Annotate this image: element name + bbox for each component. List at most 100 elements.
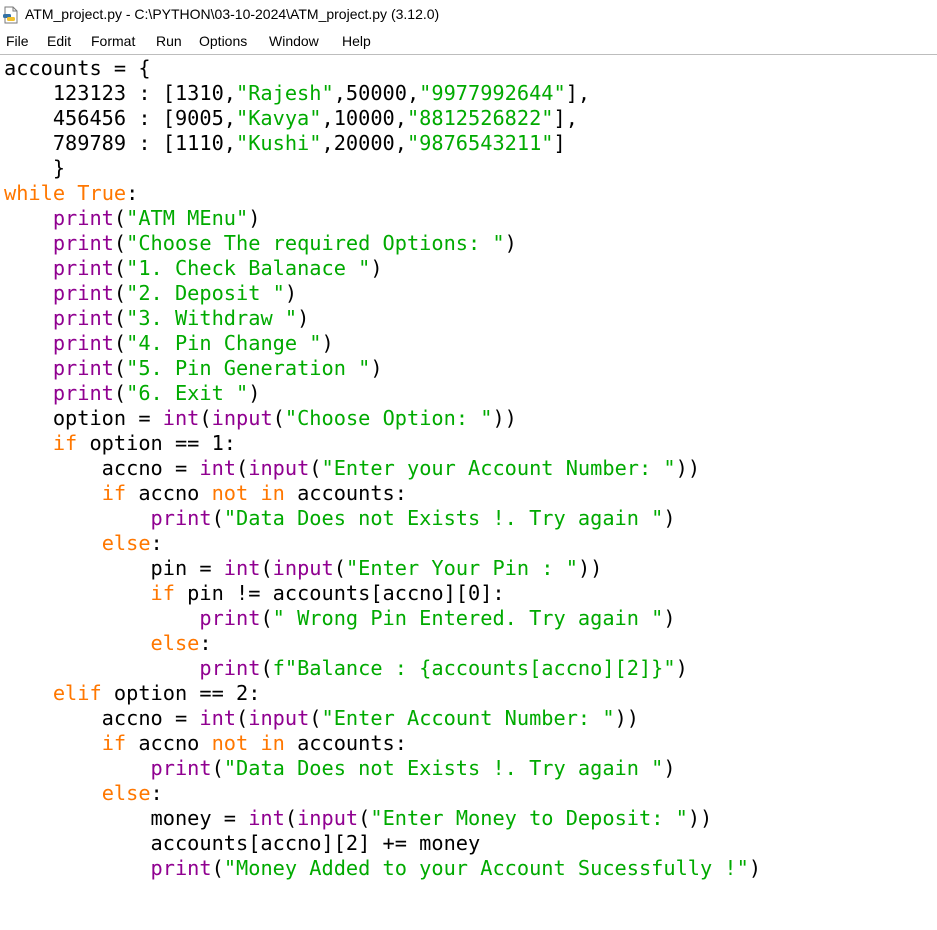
- code-line: accno = int(input("Enter Account Number:…: [4, 706, 761, 731]
- code-token: (: [113, 206, 127, 230]
- code-token: accno: [126, 731, 212, 755]
- code-token: " Wrong Pin Entered. Try again ": [272, 606, 664, 630]
- code-token: (: [113, 306, 127, 330]
- code-token: "4. Pin Change ": [126, 331, 322, 355]
- code-token: "Choose Option: ": [284, 406, 493, 430]
- code-token: option =: [4, 406, 163, 430]
- code-token: )): [687, 806, 713, 830]
- code-token: f"Balance : {accounts[accno][2]}": [272, 656, 676, 680]
- code-token: option == 1:: [77, 431, 237, 455]
- code-token: ): [248, 381, 261, 405]
- title-bar[interactable]: ATM_project.py - C:\PYTHON\03-10-2024\AT…: [0, 0, 937, 30]
- code-line: print("5. Pin Generation "): [4, 356, 761, 381]
- code-token: input: [272, 556, 334, 580]
- code-token: ): [321, 331, 334, 355]
- code-line: option = int(input("Choose Option: ")): [4, 406, 761, 431]
- code-token: print: [52, 331, 114, 355]
- menu-edit[interactable]: Edit: [47, 33, 71, 49]
- code-token: accounts:: [284, 481, 407, 505]
- code-token: "9876543211": [406, 131, 554, 155]
- code-token: while: [4, 181, 66, 205]
- code-token: "ATM MEnu": [126, 206, 249, 230]
- code-token: not: [211, 481, 249, 505]
- idle-editor-window: ATM_project.py - C:\PYTHON\03-10-2024\AT…: [0, 0, 937, 930]
- code-token: 789789 : [1110,: [4, 131, 236, 155]
- code-token: "Enter Your Pin : ": [345, 556, 578, 580]
- code-line: 123123 : [1310,"Rajesh",50000,"997799264…: [4, 81, 761, 106]
- code-token: (: [260, 656, 273, 680]
- code-token: "9977992644": [419, 81, 566, 105]
- code-token: int: [162, 406, 200, 430]
- code-token: ): [663, 756, 676, 780]
- menu-window[interactable]: Window: [269, 33, 319, 49]
- code-line: 789789 : [1110,"Kushi",20000,"9876543211…: [4, 131, 761, 156]
- code-token: (: [358, 806, 371, 830]
- code-line: if pin != accounts[accno][0]:: [4, 581, 761, 606]
- code-token: else: [150, 631, 200, 655]
- code-token: :: [126, 181, 139, 205]
- code-token: "Rajesh": [236, 81, 334, 105]
- code-line: print("2. Deposit "): [4, 281, 761, 306]
- code-token: "Kavya": [236, 106, 322, 130]
- code-token: :: [150, 781, 163, 805]
- menu-options[interactable]: Options: [199, 33, 247, 49]
- code-token: "Money Added to your Account Sucessfully…: [223, 856, 749, 880]
- code-line: print("Money Added to your Account Suces…: [4, 856, 762, 881]
- code-token: print: [199, 656, 261, 680]
- code-token: int: [223, 556, 261, 580]
- code-token: "1. Check Balanace ": [126, 256, 371, 280]
- code-token: ): [675, 656, 688, 680]
- code-token: input: [248, 706, 310, 730]
- code-token: print: [52, 356, 114, 380]
- code-token: in: [260, 731, 285, 755]
- code-token: ): [663, 506, 676, 530]
- window-title: ATM_project.py - C:\PYTHON\03-10-2024\AT…: [25, 6, 440, 22]
- menu-format[interactable]: Format: [91, 33, 135, 49]
- code-token: (: [309, 456, 322, 480]
- menu-help[interactable]: Help: [342, 33, 371, 49]
- code-token: ]: [553, 131, 566, 155]
- code-token: accno: [126, 481, 212, 505]
- code-token: 456456 : [9005,: [4, 106, 236, 130]
- code-token: "8812526822": [406, 106, 554, 130]
- code-token: (: [113, 331, 127, 355]
- code-token: (: [272, 406, 285, 430]
- code-token: in: [260, 481, 285, 505]
- code-token: accounts = {: [4, 56, 151, 80]
- code-token: 123123 : [1310,: [4, 81, 236, 105]
- code-token: (: [113, 231, 127, 255]
- menu-file[interactable]: File: [6, 33, 29, 49]
- code-token: (: [199, 406, 212, 430]
- code-editor[interactable]: accounts = { 123123 : [1310,"Rajesh",500…: [0, 55, 937, 930]
- code-token: "Enter Account Number: ": [321, 706, 615, 730]
- menu-run[interactable]: Run: [156, 33, 182, 49]
- code-line: print("Choose The required Options: "): [4, 231, 761, 256]
- code-token: print: [52, 206, 114, 230]
- code-token: accno =: [4, 706, 200, 730]
- code-token: money =: [4, 806, 249, 830]
- code-text: accounts = { 123123 : [1310,"Rajesh",500…: [4, 56, 761, 881]
- code-token: print: [52, 256, 114, 280]
- code-token: "5. Pin Generation ": [126, 356, 371, 380]
- code-token: if: [101, 731, 127, 755]
- code-token: ): [370, 256, 383, 280]
- code-token: (: [113, 281, 127, 305]
- code-line: accounts[accno][2] += money: [4, 831, 761, 856]
- code-token: (: [236, 706, 249, 730]
- code-line: print("ATM MEnu"): [4, 206, 761, 231]
- code-token: input: [297, 806, 359, 830]
- code-line: }: [4, 156, 761, 181]
- code-token: int: [199, 456, 237, 480]
- menu-bar: File Edit Format Run Options Window Help: [0, 30, 937, 55]
- code-token: pin != accounts[accno][0]:: [174, 581, 505, 605]
- code-token: True: [77, 181, 127, 205]
- code-token: )): [614, 706, 639, 730]
